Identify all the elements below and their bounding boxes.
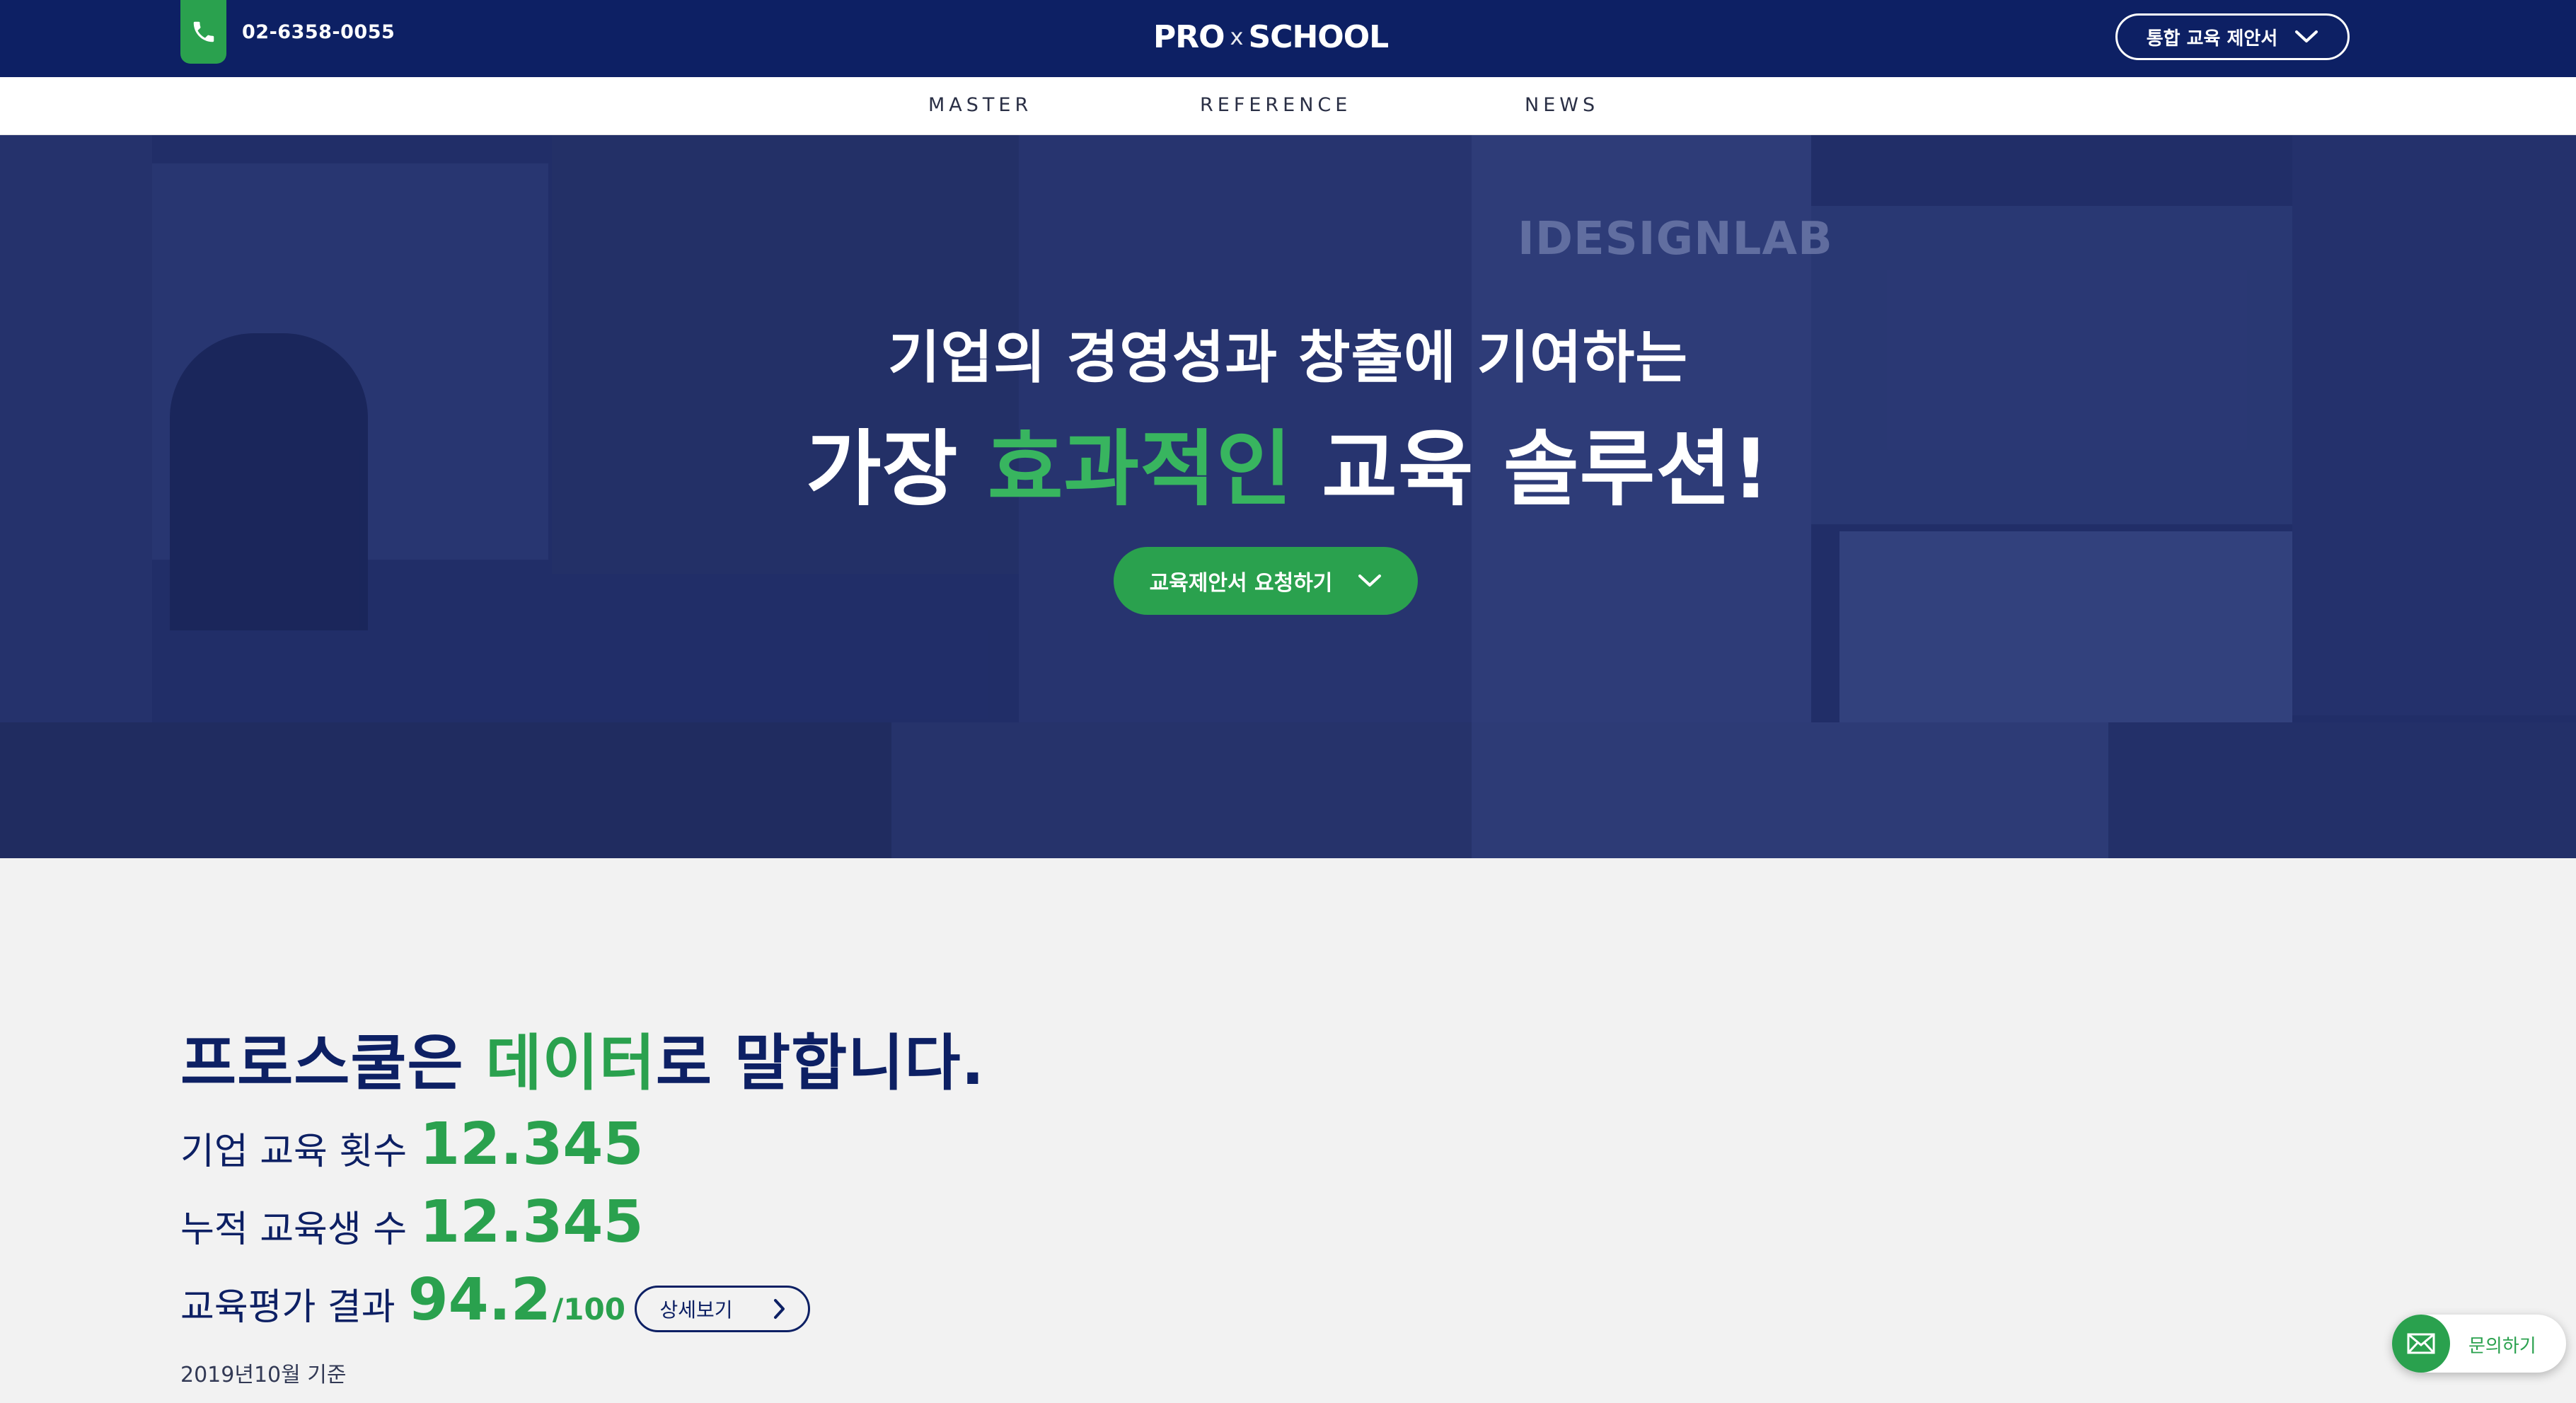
phone-icon xyxy=(193,21,214,42)
stats-title: 프로스쿨은 데이터로 말합니다. xyxy=(180,1013,985,1102)
chevron-right-icon xyxy=(773,1299,785,1319)
detail-button[interactable]: 상세보기 xyxy=(635,1286,810,1332)
stat-value: 94.2 xyxy=(408,1266,551,1334)
chevron-down-icon xyxy=(2295,30,2318,42)
top-header: 02-6358-0055 PRO x SCHOOL 통합 교육 제안서 xyxy=(0,0,2576,77)
proposal-button-label: 통합 교육 제안서 xyxy=(2146,28,2278,50)
stats-title-suffix: 로 말합니다. xyxy=(655,1028,986,1099)
request-proposal-button[interactable]: 교육제안서 요청하기 xyxy=(1114,547,1418,615)
stat-row-training-count: 기업 교육 횟수 12.345 xyxy=(180,1111,644,1178)
stats-footnote: 2019년10월 기준 xyxy=(180,1363,347,1387)
nav-item-master[interactable]: MASTER xyxy=(928,94,1032,116)
stat-suffix: /100 xyxy=(552,1292,625,1327)
mail-icon xyxy=(2407,1333,2435,1354)
logo-school: SCHOOL xyxy=(1248,18,1389,55)
inquiry-icon-circle xyxy=(2392,1315,2450,1373)
phone-tab[interactable] xyxy=(180,0,226,64)
hero-headline-1: 기업의 경영성과 창출에 기여하는 xyxy=(888,325,1688,391)
stats-title-highlight: 데이터 xyxy=(485,1028,656,1099)
hero-headline-2: 가장 효과적인 교육 솔루션! xyxy=(0,403,2576,521)
logo-pro: PRO xyxy=(1153,18,1225,55)
stat-label: 기업 교육 횟수 xyxy=(180,1131,408,1173)
logo-x: x xyxy=(1230,23,1244,50)
stat-label: 교육평가 결과 xyxy=(180,1286,395,1329)
stat-row-trainee-count: 누적 교육생 수 12.345 xyxy=(180,1189,644,1256)
proposal-button[interactable]: 통합 교육 제안서 xyxy=(2115,13,2350,60)
request-proposal-label: 교육제안서 요청하기 xyxy=(1149,571,1333,596)
inquiry-label: 문의하기 xyxy=(2468,1336,2536,1357)
hero-headline-prefix: 가장 xyxy=(806,422,988,517)
nav-item-reference[interactable]: REFERENCE xyxy=(1200,94,1351,116)
phone-number[interactable]: 02-6358-0055 xyxy=(242,21,395,43)
inquiry-button[interactable]: 문의하기 xyxy=(2392,1315,2566,1373)
chevron-down-icon xyxy=(1358,575,1382,587)
stats-title-prefix: 프로스쿨은 xyxy=(180,1028,486,1099)
nav-item-news[interactable]: NEWS xyxy=(1525,94,1599,116)
stat-label: 누적 교육생 수 xyxy=(180,1208,408,1251)
detail-button-label: 상세보기 xyxy=(659,1298,733,1322)
hero-banner: IDESIGNLAB 기업의 경영성과 창출에 기여하는 가장 효과적인 교육 … xyxy=(0,135,2576,858)
hero-headline-suffix: 교육 솔루션! xyxy=(1292,422,1770,517)
stat-row-evaluation: 교육평가 결과 94.2 /100 xyxy=(180,1266,625,1334)
main-nav: MASTER REFERENCE NEWS xyxy=(0,77,2576,135)
hero-headline-highlight: 효과적인 xyxy=(987,422,1293,517)
logo[interactable]: PRO x SCHOOL xyxy=(1153,17,1389,57)
stat-value: 12.345 xyxy=(420,1111,644,1178)
stat-value: 12.345 xyxy=(420,1189,644,1256)
